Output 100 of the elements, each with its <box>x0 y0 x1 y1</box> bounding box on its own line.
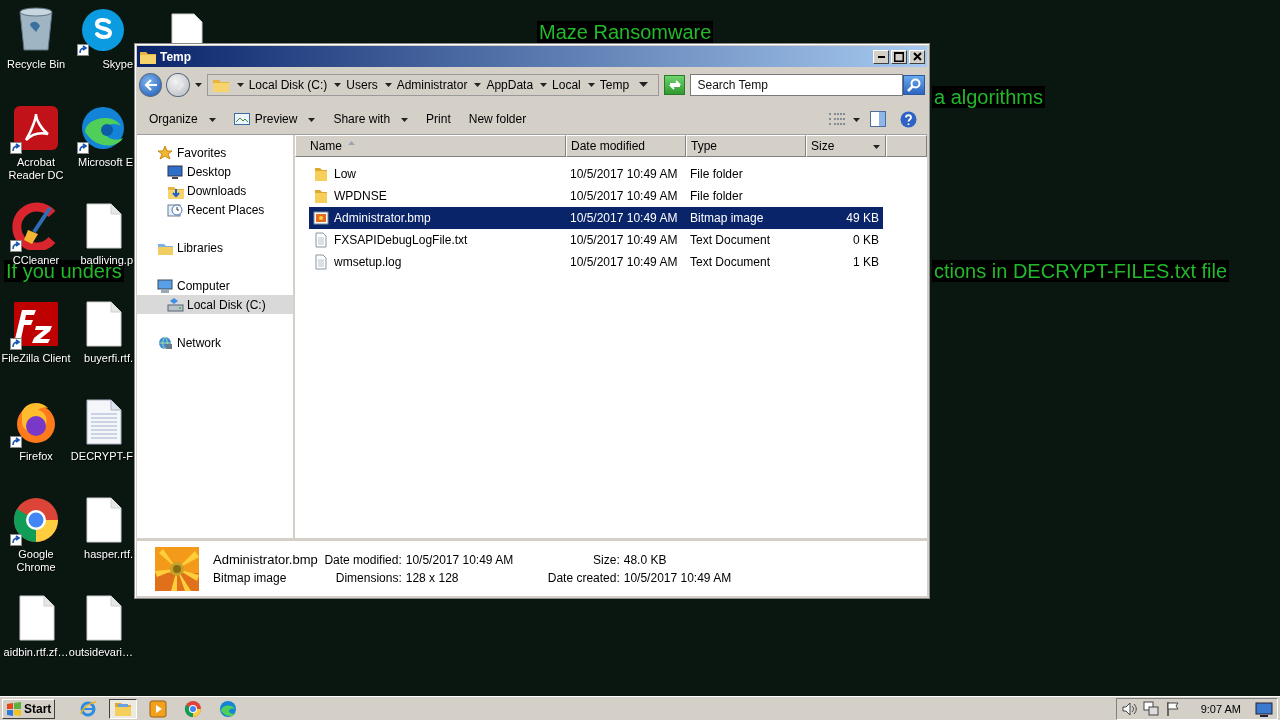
acrobat-icon[interactable] <box>12 104 60 152</box>
toolbar-button[interactable]: Preview <box>227 109 322 129</box>
column-header[interactable]: Size <box>806 135 886 157</box>
forward-button[interactable] <box>166 73 190 97</box>
breadcrumb-item[interactable]: Users <box>346 78 378 92</box>
column-header[interactable]: Name <box>295 135 566 157</box>
caret-icon[interactable] <box>853 116 860 122</box>
breadcrumb-item[interactable]: Local Disk (C:) <box>248 78 328 92</box>
table-cell-text: File folder <box>689 189 744 203</box>
address-bar[interactable]: Local Disk (C:) Users Administrator AppData Local Temp <box>206 74 660 96</box>
start-button[interactable]: Start <box>2 698 56 719</box>
toolbar-button[interactable]: Organize <box>143 109 222 129</box>
skype-icon[interactable] <box>79 6 127 54</box>
search-field[interactable]: Search Temp <box>690 74 903 96</box>
search-button[interactable] <box>903 75 925 95</box>
breadcrumb-item[interactable]: Temp <box>599 78 630 92</box>
icon-label[interactable]: Microsoft E <box>78 156 133 169</box>
field-label: Dimensions: <box>334 570 402 585</box>
toolbar-button[interactable]: Share with <box>327 109 415 129</box>
caret-icon[interactable] <box>236 82 244 88</box>
icon-label[interactable]: aidbin.rtf.zf… <box>3 646 69 659</box>
nav-item[interactable]: Downloads <box>137 181 293 200</box>
nav-item[interactable]: Favorites <box>137 143 293 162</box>
table-cell-text: 49 KB <box>845 211 880 225</box>
table-cell-text: 10/5/2017 10:49 AM <box>569 233 679 247</box>
file-row[interactable]: FXSAPIDebugLogFile.txt 10/5/2017 10:49 AM Text Document 0 KB <box>309 229 883 251</box>
table-cell-text: File folder <box>689 167 744 181</box>
nav-item[interactable]: Recent Places <box>137 200 293 219</box>
icon-label[interactable]: outsidevari… <box>68 646 133 659</box>
text-file-icon <box>313 254 329 270</box>
computer-icon <box>157 277 174 294</box>
breadcrumb-item[interactable]: AppData <box>486 78 534 92</box>
icon-label[interactable]: Google Chrome <box>0 548 72 574</box>
icon-label[interactable]: hasper.rtf. <box>84 548 133 561</box>
caret-icon[interactable] <box>540 82 548 88</box>
help-icon <box>900 110 917 128</box>
windows-flag-icon <box>6 701 22 716</box>
volume-icon[interactable] <box>1120 700 1137 717</box>
nav-item[interactable]: Libraries <box>137 238 293 257</box>
recent-places-icon <box>167 201 184 218</box>
caret-icon[interactable] <box>334 82 342 88</box>
icon-label[interactable]: Skype <box>102 58 133 71</box>
back-button[interactable] <box>139 73 163 97</box>
file-row[interactable]: Administrator.bmp 10/5/2017 10:49 AM Bitmap image 49 KB <box>309 207 883 229</box>
caret-icon[interactable] <box>587 82 595 88</box>
caret-icon[interactable] <box>384 82 392 88</box>
nav-item[interactable]: Network <box>137 333 293 352</box>
icon-label[interactable]: Acrobat Reader DC <box>0 156 72 182</box>
file-name: Administrator.bmp <box>213 552 318 567</box>
table-cell: FXSAPIDebugLogFile.txt <box>309 232 566 248</box>
filezilla-icon[interactable] <box>12 300 60 348</box>
banner-text: Maze Ransomware <box>537 21 714 43</box>
text-file-icon <box>313 232 329 248</box>
internet-explorer-icon <box>79 699 98 718</box>
column-header[interactable]: Date modified <box>566 135 686 157</box>
minimize-icon <box>877 55 885 58</box>
toolbar-button[interactable]: Print <box>420 109 457 129</box>
maximize-button[interactable] <box>891 49 907 64</box>
chrome-icon[interactable] <box>12 496 60 544</box>
table-cell-text: 10/5/2017 10:49 AM <box>569 211 679 225</box>
caret-icon[interactable] <box>639 82 649 88</box>
field-label: Date modified: <box>323 552 402 567</box>
clock[interactable]: 9:07 AM <box>1200 702 1241 715</box>
file-row[interactable]: Low 10/5/2017 10:49 AM File folder <box>309 163 883 185</box>
network-icon[interactable] <box>1142 700 1159 717</box>
caret-icon[interactable] <box>194 82 202 88</box>
nav-item[interactable]: Computer <box>137 276 293 295</box>
close-button[interactable] <box>909 49 925 64</box>
table-cell-text: Bitmap image <box>689 211 765 225</box>
table-cell-text: 10/5/2017 10:49 AM <box>569 167 679 181</box>
nav-item[interactable]: Desktop <box>137 162 293 181</box>
edge-icon[interactable] <box>79 104 127 152</box>
table-cell: wmsetup.log <box>309 254 566 270</box>
field-value: 48.0 KB <box>623 552 668 567</box>
icon-label[interactable]: buyerfi.rtf. <box>84 352 133 365</box>
hard-disk-icon <box>167 296 184 313</box>
table-cell: Administrator.bmp <box>309 210 566 226</box>
table-cell: Low <box>309 166 566 182</box>
breadcrumb-item[interactable]: Administrator <box>396 78 468 92</box>
flag-icon[interactable] <box>1164 700 1181 717</box>
minimize-button[interactable] <box>873 49 889 64</box>
caret-icon[interactable] <box>474 82 482 88</box>
folder-icon <box>313 166 329 182</box>
breadcrumb-item[interactable]: Local <box>552 78 581 92</box>
taskbar-button[interactable] <box>109 698 138 719</box>
column-header[interactable]: Type <box>686 135 806 157</box>
icon-label[interactable]: DECRYPT-F <box>70 450 133 463</box>
icon-label[interactable]: FileZilla Client <box>1 352 71 365</box>
table-cell-text: Text Document <box>689 233 772 247</box>
show-desktop-icon[interactable] <box>1255 700 1273 717</box>
table-cell-text: 1 KB <box>852 255 880 269</box>
icon-label[interactable]: Firefox <box>19 450 53 463</box>
table-cell-text: Text Document <box>689 255 772 269</box>
window-title: Temp <box>160 49 192 64</box>
file-row[interactable]: wmsetup.log 10/5/2017 10:49 AM Text Document 1 KB <box>309 251 883 273</box>
refresh-button[interactable] <box>664 75 686 95</box>
nav-item[interactable]: Local Disk (C:) <box>137 295 293 314</box>
icon-label[interactable]: Recycle Bin <box>6 58 66 71</box>
toolbar-button[interactable]: New folder <box>462 109 533 129</box>
file-row[interactable]: WPDNSE 10/5/2017 10:49 AM File folder <box>309 185 883 207</box>
